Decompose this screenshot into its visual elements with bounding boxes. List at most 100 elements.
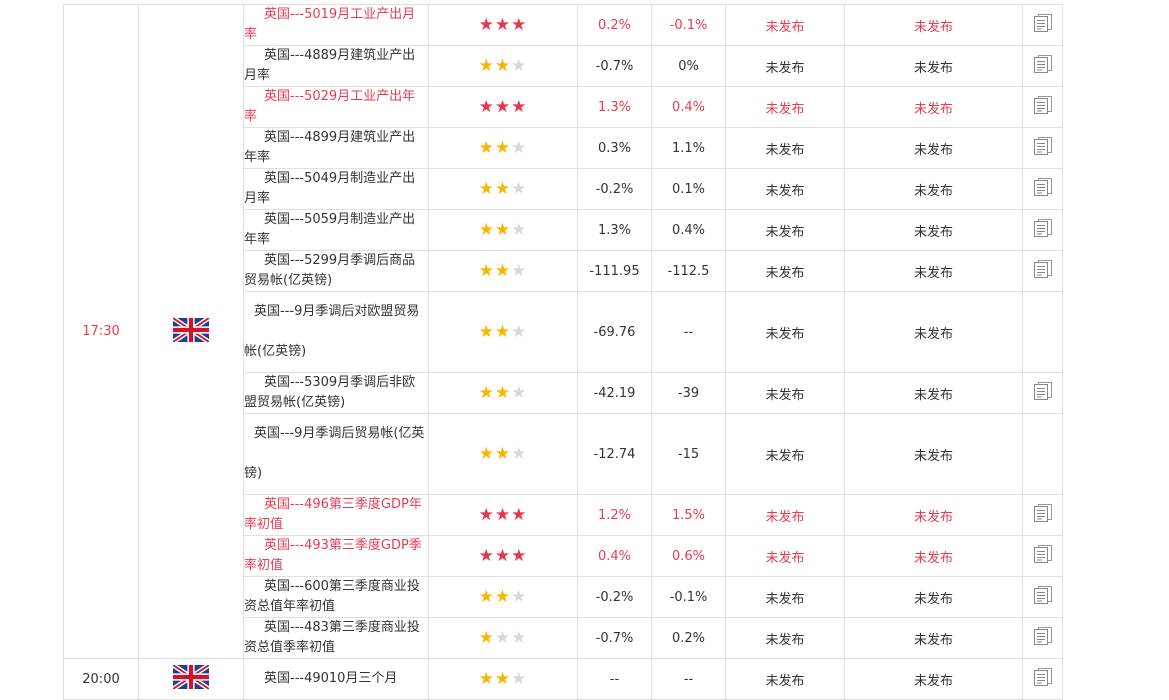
importance-stars: ★★★ — [428, 658, 578, 700]
event-name-cell: 英国---9月季调后贸易帐(亿英镑) — [243, 413, 429, 495]
document-icon[interactable] — [1033, 14, 1053, 36]
event-name[interactable]: 英国---4889月建筑业产出月率 — [245, 47, 428, 86]
star-icon: ★ — [478, 587, 495, 607]
star-icon: ★ — [478, 444, 495, 464]
star-icon: ★ — [511, 138, 528, 158]
detail-cell — [1022, 658, 1063, 700]
actual-status: 未发布 — [725, 291, 845, 373]
star-icon: ★ — [494, 669, 512, 689]
star-icon: ★ — [511, 322, 528, 342]
event-name[interactable]: 英国---49010月三个月 — [245, 669, 428, 689]
release-time: 17:30 — [63, 4, 139, 659]
star-icon: ★ — [511, 179, 528, 199]
star-icon: ★ — [494, 97, 512, 117]
effect-status: 未发布 — [844, 86, 1023, 128]
event-name[interactable]: 英国---493第三季度GDP季率初值 — [245, 537, 428, 576]
event-name-cell: 英国---5049月制造业产出月率 — [243, 168, 429, 210]
previous-value: -0.2% — [577, 576, 652, 618]
table-row: 17:30 英国---5019月工业产出月率 ★★★ 0.2% -0.1% 未发布 未发布 — [63, 4, 1063, 659]
document-icon[interactable] — [1033, 668, 1053, 690]
event-name[interactable]: 英国---4899月建筑业产出年率 — [245, 129, 428, 168]
event-name[interactable]: 英国---9月季调后贸易帐(亿英镑) — [245, 415, 428, 494]
country-flag-cell — [138, 658, 244, 700]
detail-cell — [1022, 4, 1063, 46]
document-icon[interactable] — [1033, 96, 1053, 118]
document-icon[interactable] — [1033, 260, 1053, 282]
previous-value: 0.3% — [577, 127, 652, 169]
release-time: 20:00 — [63, 658, 139, 700]
detail-cell — [1022, 617, 1063, 659]
economic-calendar-table: 17:30 英国---5019月工业产出月率 ★★★ 0.2% -0.1% 未发布 未发布英… — [63, 4, 1063, 700]
forecast-value: 1.1% — [651, 127, 726, 169]
document-icon[interactable] — [1033, 137, 1053, 159]
event-name[interactable]: 英国---483第三季度商业投资总值季率初值 — [245, 619, 428, 658]
star-icon: ★ — [494, 220, 512, 240]
previous-value: -111.95 — [577, 250, 652, 292]
document-icon[interactable] — [1033, 219, 1053, 241]
event-name[interactable]: 英国---496第三季度GDP年率初值 — [245, 496, 428, 535]
actual-status: 未发布 — [725, 168, 845, 210]
star-icon: ★ — [478, 97, 495, 117]
star-icon: ★ — [511, 587, 528, 607]
event-name[interactable]: 英国---5029月工业产出年率 — [245, 88, 428, 127]
document-icon[interactable] — [1033, 382, 1053, 404]
previous-value: -42.19 — [577, 372, 652, 414]
event-name[interactable]: 英国---600第三季度商业投资总值年率初值 — [245, 578, 428, 617]
forecast-value: 0.1% — [651, 168, 726, 210]
effect-status: 未发布 — [844, 372, 1023, 414]
importance-stars: ★★★ — [428, 617, 578, 659]
uk-flag-icon — [171, 663, 211, 693]
actual-status: 未发布 — [725, 86, 845, 128]
event-name[interactable]: 英国---5049月制造业产出月率 — [245, 170, 428, 209]
detail-cell — [1022, 576, 1063, 618]
event-name[interactable]: 英国---5059月制造业产出年率 — [245, 211, 428, 250]
event-name[interactable]: 英国---5299月季调后商品贸易帐(亿英镑) — [245, 252, 428, 291]
document-icon[interactable] — [1033, 627, 1053, 649]
document-icon[interactable] — [1033, 504, 1053, 526]
actual-status: 未发布 — [725, 209, 845, 251]
star-icon: ★ — [478, 546, 495, 566]
star-icon: ★ — [494, 546, 512, 566]
star-icon: ★ — [494, 322, 512, 342]
star-icon: ★ — [478, 56, 495, 76]
effect-status: 未发布 — [844, 658, 1023, 700]
star-icon: ★ — [511, 15, 528, 35]
forecast-value: -39 — [651, 372, 726, 414]
previous-value: 1.2% — [577, 494, 652, 536]
previous-value: -0.7% — [577, 45, 652, 87]
star-icon: ★ — [511, 56, 528, 76]
document-icon[interactable] — [1033, 178, 1053, 200]
star-icon: ★ — [511, 669, 528, 689]
actual-status: 未发布 — [725, 494, 845, 536]
effect-status: 未发布 — [844, 291, 1023, 373]
star-icon: ★ — [494, 138, 512, 158]
event-name[interactable]: 英国---5309月季调后非欧盟贸易帐(亿英镑) — [245, 374, 428, 413]
effect-status: 未发布 — [844, 535, 1023, 577]
previous-value: -69.76 — [577, 291, 652, 373]
star-icon: ★ — [511, 628, 528, 648]
importance-stars: ★★★ — [428, 413, 578, 495]
previous-value: 0.4% — [577, 535, 652, 577]
detail-cell — [1022, 209, 1063, 251]
event-name-cell: 英国---5059月制造业产出年率 — [243, 209, 429, 251]
forecast-value: -112.5 — [651, 250, 726, 292]
document-icon[interactable] — [1033, 586, 1053, 608]
star-icon: ★ — [494, 179, 512, 199]
star-icon: ★ — [478, 138, 495, 158]
star-icon: ★ — [478, 628, 495, 648]
event-name[interactable]: 英国---5019月工业产出月率 — [245, 6, 428, 45]
event-name-cell: 英国---49010月三个月 — [243, 658, 429, 700]
star-icon: ★ — [494, 444, 512, 464]
effect-status: 未发布 — [844, 168, 1023, 210]
importance-stars: ★★★ — [428, 127, 578, 169]
star-icon: ★ — [478, 322, 495, 342]
previous-value: 1.3% — [577, 209, 652, 251]
event-name[interactable]: 英国---9月季调后对欧盟贸易帐(亿英镑) — [245, 293, 428, 372]
actual-status: 未发布 — [725, 372, 845, 414]
star-icon: ★ — [511, 383, 528, 403]
document-icon[interactable] — [1033, 545, 1053, 567]
effect-status: 未发布 — [844, 127, 1023, 169]
star-icon: ★ — [478, 383, 495, 403]
document-icon[interactable] — [1033, 55, 1053, 77]
star-icon: ★ — [511, 546, 528, 566]
